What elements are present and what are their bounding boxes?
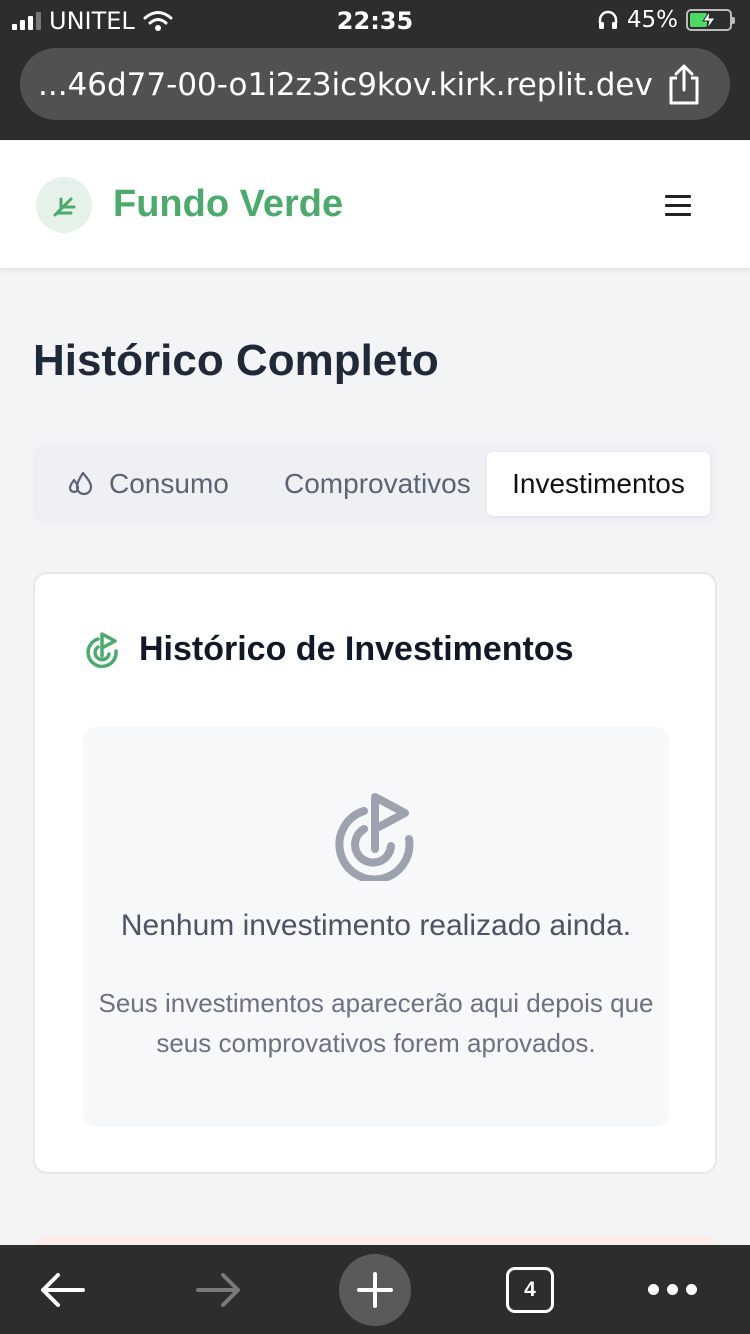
target-arrow-icon xyxy=(86,631,118,668)
empty-state: Nenhum investimento realizado ainda. Seu… xyxy=(83,727,669,1127)
status-bar: UNITEL 22:35 45% xyxy=(0,0,750,40)
tab-investimentos[interactable]: Investimentos xyxy=(487,452,710,516)
empty-state-description: Seus investimentos aparecerão aqui depoi… xyxy=(98,988,654,1058)
history-tabs: Consumo Comprovativos Investimentos xyxy=(33,444,717,524)
tabs-button[interactable]: 4 xyxy=(500,1245,560,1334)
browser-address-area: ...46d77-00-o1i2z3ic9kov.kirk.replit.dev xyxy=(0,40,750,140)
tabs-icon: 4 xyxy=(506,1266,554,1313)
back-arrow-icon xyxy=(41,1272,85,1307)
battery-percent: 45% xyxy=(626,7,678,33)
tabs-count: 4 xyxy=(524,1277,536,1301)
browser-toolbar: 4 xyxy=(0,1245,750,1334)
more-icon[interactable] xyxy=(640,1245,704,1334)
tab-label: Comprovativos xyxy=(284,468,471,499)
tab-label: Consumo xyxy=(109,468,229,499)
back-button[interactable] xyxy=(30,1245,94,1334)
hamburger-icon[interactable] xyxy=(665,195,691,217)
headphones-icon xyxy=(598,10,618,29)
tab-consumo[interactable]: Consumo xyxy=(67,452,229,516)
url-text[interactable]: ...46d77-00-o1i2z3ic9kov.kirk.replit.dev xyxy=(38,67,653,103)
battery-charging-icon xyxy=(686,9,735,31)
tab-label: Investimentos xyxy=(512,468,685,499)
tab-comprovativos[interactable]: Comprovativos xyxy=(284,452,471,516)
card-title: Histórico de Investimentos xyxy=(139,630,574,668)
droplets-icon xyxy=(68,471,93,496)
sprout-icon xyxy=(53,197,76,217)
investments-card: Histórico de Investimentos Nenhum invest… xyxy=(33,572,717,1174)
target-arrow-icon xyxy=(335,793,414,881)
new-tab-button[interactable] xyxy=(339,1245,411,1334)
site-header: Fundo Verde xyxy=(0,141,750,268)
brand-name[interactable]: Fundo Verde xyxy=(113,183,343,226)
address-bar[interactable]: ...46d77-00-o1i2z3ic9kov.kirk.replit.dev xyxy=(20,48,730,120)
forward-button[interactable] xyxy=(187,1245,251,1334)
plus-icon xyxy=(357,1271,393,1308)
share-icon[interactable] xyxy=(664,64,704,106)
empty-state-title: Nenhum investimento realizado ainda. xyxy=(120,909,632,942)
page-title: Histórico Completo xyxy=(33,336,439,385)
logo[interactable] xyxy=(36,177,92,233)
forward-arrow-icon xyxy=(196,1272,240,1307)
